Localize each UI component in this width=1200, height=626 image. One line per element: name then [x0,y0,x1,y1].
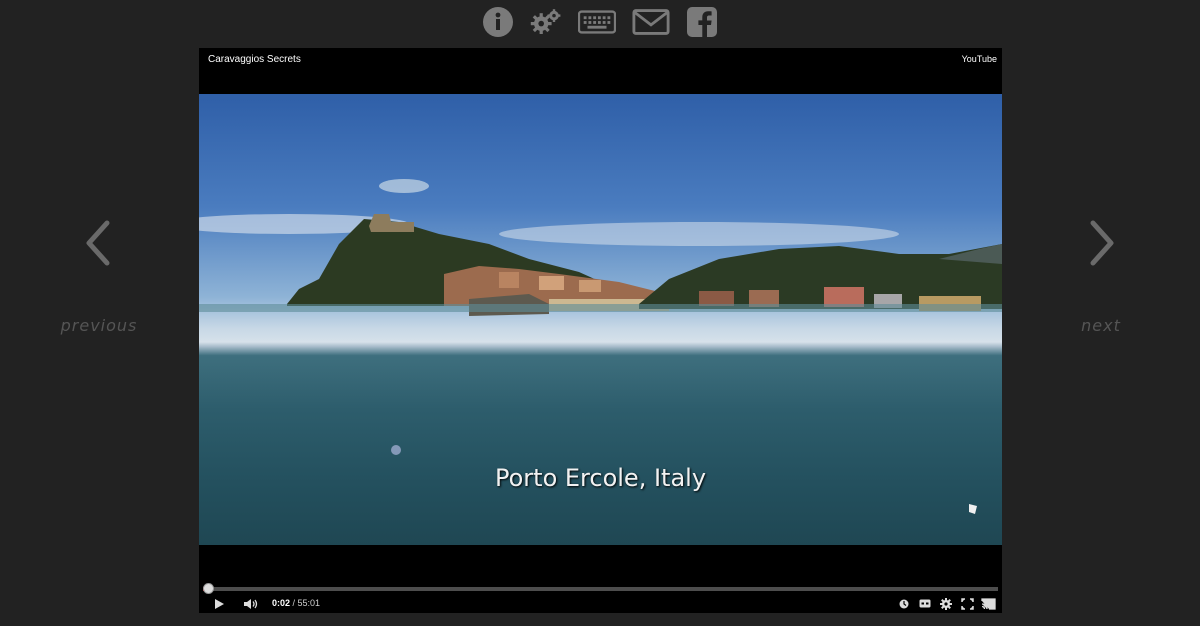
play-button[interactable] [213,594,225,613]
captions-icon [919,599,931,608]
cast-button[interactable] [981,594,996,613]
video-player[interactable]: Caravaggios Secrets YouTube Porto Ercole… [199,48,1002,613]
captions-button[interactable] [919,594,931,613]
progress-bar[interactable] [203,583,998,594]
settings-button[interactable] [940,594,952,613]
chevron-left-icon [86,220,110,266]
gear-icon [940,597,952,610]
video-title[interactable]: Caravaggios Secrets [208,54,301,65]
next-label: next [1081,316,1121,335]
clock-icon [899,599,909,608]
volume-button[interactable] [243,594,259,613]
duration: 55:01 [297,598,321,608]
progress-scrubber-handle[interactable] [203,583,214,594]
facebook-icon[interactable] [685,5,719,39]
play-icon [215,598,224,609]
video-subtitle: Porto Ercole, Italy [494,464,707,492]
chevron-right-icon [1090,220,1114,266]
settings-icon[interactable] [529,5,563,39]
previous-label: previous [60,316,138,335]
next-button[interactable]: next [1056,215,1146,335]
info-icon[interactable] [481,5,515,39]
volume-icon [244,598,258,609]
player-controls: 0:02 / 55:01 [199,594,1002,613]
keyboard-icon[interactable] [577,5,617,39]
cast-icon [981,597,996,610]
watch-later-button[interactable] [899,594,909,613]
time-display: 0:02 / 55:01 [272,598,320,608]
top-toolbar [0,0,1200,44]
current-time: 0:02 [272,598,291,608]
time-separator: / [290,598,298,608]
video-frame[interactable]: Porto Ercole, Italy [199,94,1002,545]
fullscreen-icon [961,597,974,610]
fullscreen-button[interactable] [961,594,974,613]
mail-icon[interactable] [631,5,671,39]
previous-button[interactable]: previous [54,215,144,335]
youtube-logo[interactable]: YouTube [962,54,997,64]
